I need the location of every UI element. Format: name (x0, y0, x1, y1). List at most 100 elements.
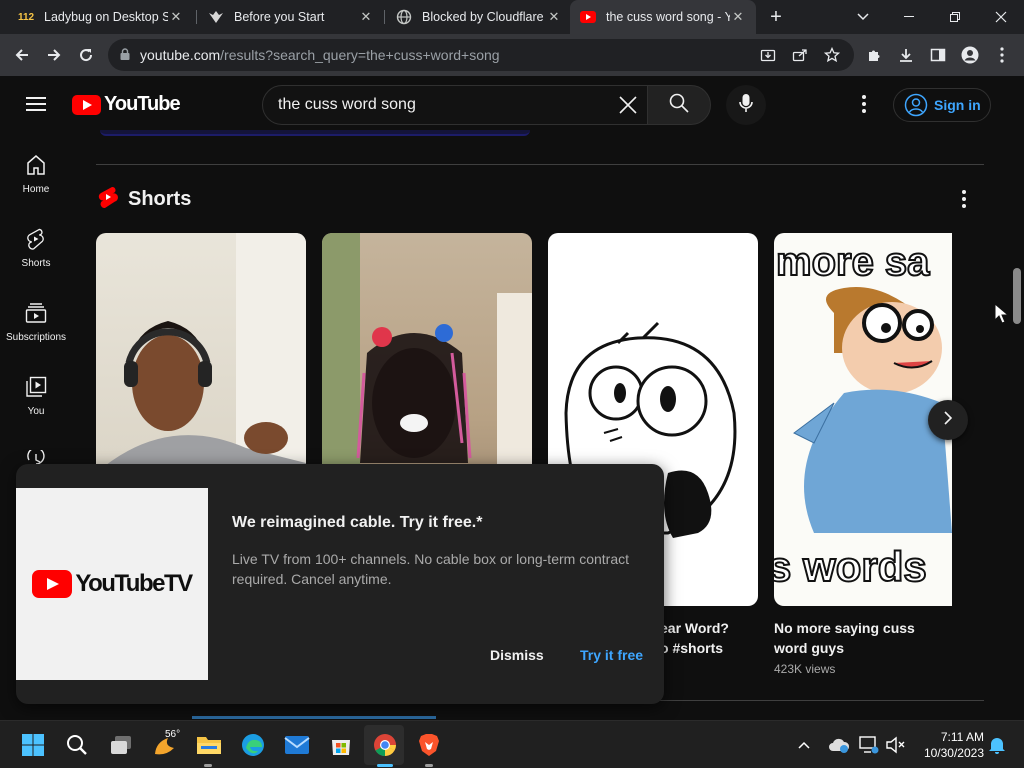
brave-browser-icon[interactable] (416, 732, 442, 758)
short-title[interactable]: No more saying cuss word guys (774, 618, 952, 658)
guide-item-label: You (27, 406, 45, 417)
shelf-more-options-icon[interactable] (956, 189, 972, 209)
edge-browser-icon[interactable] (240, 732, 266, 758)
you-library-icon (0, 376, 72, 400)
promo-description: Live TV from 100+ channels. No cable box… (232, 551, 629, 587)
volume-muted-icon[interactable] (884, 732, 906, 758)
reload-icon[interactable] (74, 43, 98, 67)
guide-item-shorts[interactable]: Shorts (0, 228, 72, 269)
running-indicator (425, 764, 433, 767)
onedrive-cloud-icon[interactable] (828, 732, 850, 758)
tab-divider (196, 10, 197, 24)
downloads-icon[interactable] (894, 43, 918, 67)
voice-search-button[interactable] (726, 85, 766, 125)
youtube-play-icon (72, 94, 101, 115)
microphone-icon (739, 93, 753, 118)
network-display-icon[interactable] (858, 732, 880, 758)
account-circle-icon (904, 93, 928, 117)
weather-temperature: 56° (165, 729, 181, 740)
tab-title: Ladybug on Desktop S (44, 10, 168, 24)
guide-item-you[interactable]: You (0, 376, 72, 417)
short-thumbnail[interactable]: more sa s words (774, 233, 952, 606)
thumbnail-caption-bottom: s words (774, 543, 927, 590)
youtube-masthead: YouTube the cuss word song Sign in (0, 76, 1010, 132)
minimize-window-icon[interactable] (886, 0, 932, 34)
close-tab-icon[interactable]: ✕ (358, 9, 374, 25)
running-indicator (204, 764, 212, 767)
youtube-logo-text: YouTube (104, 93, 181, 115)
active-app-indicator (377, 764, 393, 767)
previous-result-thumbnail[interactable] (100, 130, 530, 136)
shorts-logo-icon (98, 186, 118, 213)
notification-bell-icon[interactable] (986, 732, 1008, 758)
bookmark-star-icon[interactable] (820, 43, 844, 67)
tab-before-you-start[interactable]: Before you Start ✕ (198, 0, 384, 34)
share-icon[interactable] (788, 43, 812, 67)
url-path: /results?search_query=the+cuss+word+song (220, 47, 500, 63)
url-host: youtube.com (140, 47, 221, 63)
tab-search-icon[interactable] (840, 0, 886, 34)
guide-item-subscriptions[interactable]: Subscriptions (0, 302, 72, 343)
search-input[interactable]: the cuss word song (262, 85, 648, 125)
scrollbar-thumb[interactable] (1013, 268, 1021, 324)
page-scrollbar[interactable] (1010, 76, 1024, 720)
next-result-thumbnail-edge[interactable] (192, 716, 436, 719)
thumbnail-caption-top: more sa (776, 240, 930, 284)
guide-item-label: Shorts (21, 258, 51, 269)
browser-menu-icon[interactable] (990, 43, 1014, 67)
search-button[interactable] (647, 85, 711, 125)
shelf-title: Shorts (128, 188, 192, 210)
profile-icon[interactable] (958, 43, 982, 67)
new-tab-button[interactable]: + (754, 0, 798, 34)
clear-search-icon[interactable] (617, 94, 639, 116)
guide-item-label: Home (22, 184, 50, 195)
windows-start-icon[interactable] (20, 732, 46, 758)
section-divider (96, 164, 984, 165)
home-icon (0, 154, 72, 178)
chrome-icon[interactable] (372, 732, 398, 758)
close-tab-icon[interactable]: ✕ (730, 9, 746, 25)
close-window-icon[interactable] (978, 0, 1024, 34)
subscriptions-icon (0, 302, 72, 326)
short-view-count: 423K views (774, 662, 836, 676)
guide-item-home[interactable]: Home (0, 154, 72, 195)
globe-favicon-icon (396, 9, 412, 25)
dismiss-button[interactable]: Dismiss (482, 642, 552, 668)
short-card[interactable]: more sa s words No more saying cuss word… (774, 233, 952, 676)
show-hidden-icons-chevron-icon[interactable] (794, 732, 814, 758)
lock-icon (120, 47, 130, 63)
youtube-tv-play-icon (32, 570, 73, 598)
close-tab-icon[interactable]: ✕ (546, 9, 562, 25)
try-it-free-button[interactable]: Try it free (572, 642, 651, 668)
tab-cuss-word-song[interactable]: the cuss word song - Y ✕ (570, 0, 756, 34)
warframe-favicon-icon (208, 9, 224, 25)
mail-icon[interactable] (284, 732, 310, 758)
sign-in-button[interactable]: Sign in (893, 88, 991, 122)
file-explorer-icon[interactable] (196, 732, 222, 758)
tab-ladybug[interactable]: 112 Ladybug on Desktop S ✕ (8, 0, 194, 34)
back-arrow-icon[interactable] (10, 43, 34, 67)
guide-menu-icon[interactable] (26, 97, 46, 111)
side-panel-icon[interactable] (926, 43, 950, 67)
browser-tab-strip: 112 Ladybug on Desktop S ✕ Before you St… (0, 0, 1024, 34)
taskbar-clock[interactable]: 7:11 AM 10/30/2023 (914, 729, 984, 761)
extensions-puzzle-icon[interactable] (862, 43, 886, 67)
youtube-tv-logo-text: YouTubeTV (75, 570, 193, 597)
forward-arrow-icon[interactable] (42, 43, 66, 67)
youtube-logo[interactable]: YouTube (72, 93, 181, 116)
install-app-icon[interactable] (756, 43, 780, 67)
microsoft-store-icon[interactable] (328, 732, 354, 758)
shelf-next-button[interactable] (928, 400, 968, 440)
taskbar-search-icon[interactable] (64, 732, 90, 758)
guide-item-label: Subscriptions (5, 332, 67, 343)
address-bar[interactable]: youtube.com/results?search_query=the+cus… (108, 39, 854, 71)
task-view-icon[interactable] (108, 732, 134, 758)
restore-window-icon[interactable] (932, 0, 978, 34)
youtube-tv-promo-dialog: YouTubeTV We reimagined cable. Try it fr… (16, 464, 664, 704)
shorts-icon (0, 228, 72, 252)
close-tab-icon[interactable]: ✕ (168, 9, 184, 25)
shorts-shelf-header: Shorts (98, 186, 191, 213)
settings-menu-icon[interactable] (854, 94, 874, 114)
clock-time: 7:11 AM (940, 730, 984, 744)
tab-blocked-cloudflare[interactable]: Blocked by Cloudflare ✕ (386, 0, 572, 34)
